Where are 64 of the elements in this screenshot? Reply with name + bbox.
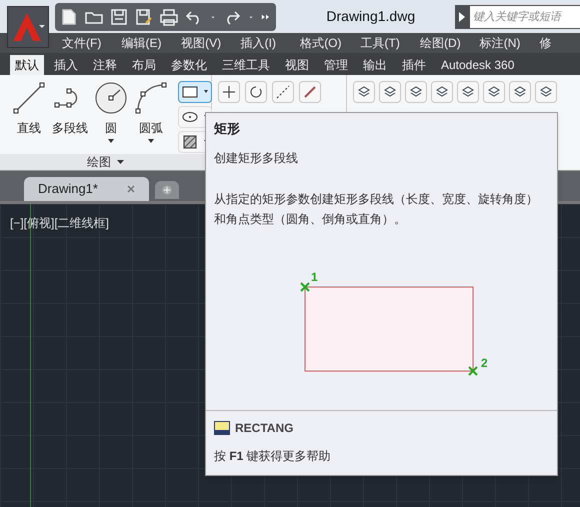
save-as-icon[interactable] [134, 6, 154, 26]
window-title: Drawing1.dwg [326, 7, 416, 26]
ribbon-tab[interactable]: Autodesk 360 [436, 55, 520, 75]
menu-item[interactable]: 文件(F) [62, 34, 103, 52]
document-tab[interactable]: Drawing1* [24, 177, 149, 201]
menu-item[interactable]: 插入(I) [240, 34, 282, 52]
tooltip-title: 矩形 [214, 120, 241, 138]
help-hint: 按 F1 键获得更多帮助 [214, 448, 332, 465]
draw-tool-button[interactable]: 圆 [94, 81, 128, 154]
caret-icon [117, 160, 124, 164]
caret-icon[interactable] [201, 89, 211, 95]
menu-item[interactable]: 视图(V) [181, 34, 222, 52]
layer-icon[interactable] [379, 81, 401, 103]
tooltip-subtitle: 创建矩形多段线 [214, 150, 299, 166]
menu-item[interactable]: 编辑(E) [122, 34, 162, 52]
layer-icon[interactable] [405, 81, 427, 103]
caret-icon[interactable] [148, 139, 154, 143]
ribbon-tab[interactable]: 插件 [397, 55, 431, 75]
menu-item[interactable]: 标注(N) [480, 34, 520, 52]
new-tab-button[interactable] [155, 181, 179, 199]
application-menu-button[interactable] [7, 6, 49, 48]
ribbon-tab[interactable]: 默认 [10, 55, 44, 75]
expand-arrow-icon[interactable] [458, 10, 466, 22]
rectangle-tool-icon [181, 85, 199, 99]
letter-a-logo-icon [11, 11, 45, 43]
plus-icon [162, 185, 172, 195]
menu-item[interactable]: 工具(T) [360, 34, 402, 52]
layer-icon[interactable] [431, 81, 453, 103]
layer-icon[interactable] [509, 81, 531, 103]
search-field[interactable]: 键入关键字或短语 [470, 6, 580, 28]
menu-item[interactable]: 绘图(D) [420, 34, 461, 52]
save-icon[interactable] [109, 6, 130, 26]
line-tool-icon [12, 81, 46, 115]
ribbon-tab[interactable]: 视图 [280, 55, 314, 75]
tooltip-description: 从指定的矩形参数创建矩形多段线（长度、宽度、旋转角度）和角点类型（圆角、倒角或直角）。 [214, 190, 539, 228]
layer-icon[interactable] [483, 81, 505, 103]
rotate-icon[interactable] [245, 81, 267, 103]
panel-title: 绘图 [87, 154, 111, 171]
viewport-label[interactable]: [−][俯视][二维线框] [10, 214, 110, 232]
ribbon-tab[interactable]: 管理 [319, 55, 353, 75]
ribbon-tab[interactable]: 布局 [127, 55, 161, 75]
draw-tool-button[interactable]: 圆弧 [134, 81, 168, 154]
caret-icon[interactable] [108, 139, 114, 143]
layer-icon[interactable] [535, 81, 557, 103]
ribbon-tab[interactable]: 输出 [358, 55, 392, 75]
ribbon-tab[interactable]: 注释 [88, 55, 122, 75]
close-icon[interactable] [127, 185, 135, 193]
ribbon-tab[interactable]: 参数化 [166, 55, 212, 75]
draw-tool-button[interactable]: 多段线 [52, 81, 88, 154]
ellipse-tool-icon [181, 110, 199, 124]
arc-tool-icon [134, 81, 168, 115]
command-icon [214, 421, 230, 435]
print-icon[interactable] [159, 6, 180, 26]
ribbon-tab[interactable]: 三维工具 [217, 55, 275, 75]
menu-item[interactable]: 修 [539, 34, 580, 52]
command-name: RECTANG [235, 420, 294, 437]
hatch-tool-icon [181, 134, 199, 150]
layer-icon[interactable] [457, 81, 479, 103]
circle-tool-icon [94, 81, 128, 115]
ribbon-tab[interactable]: 插入 [49, 55, 83, 75]
draw-tool-button[interactable] [178, 81, 212, 103]
draw-tool-button[interactable]: 直线 [12, 81, 46, 154]
layer-properties-icon[interactable] [353, 81, 375, 103]
menu-item[interactable]: 格式(O) [300, 34, 342, 52]
